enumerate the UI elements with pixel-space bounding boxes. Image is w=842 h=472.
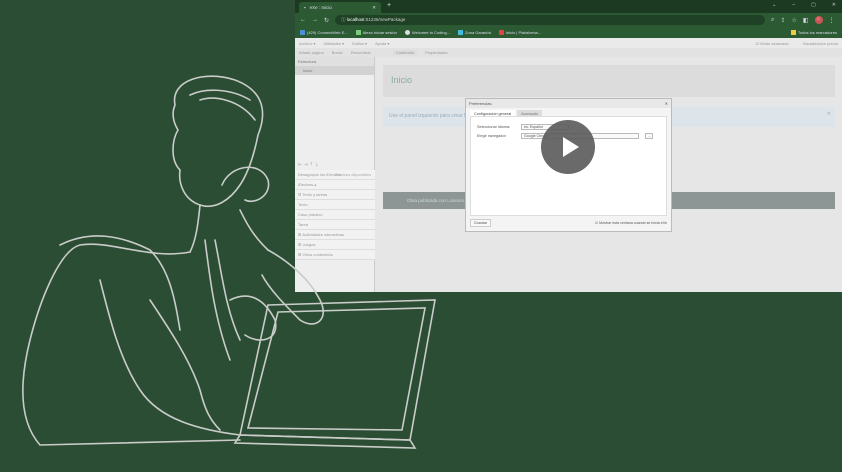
close-tab-icon[interactable]: ✕	[372, 5, 376, 10]
share-icon[interactable]: ⇪	[780, 17, 785, 24]
close-dialog-icon[interactable]: ✕	[665, 101, 668, 106]
bookmark[interactable]: Welcome to Coding...	[404, 30, 450, 36]
structure-panel: Estructura Inicio ⇤ ⇥ ⇡ ⇣ Desagrupar los…	[295, 57, 375, 292]
tab-title: eXe : Inicio	[309, 5, 332, 10]
dialog-title: Preferencias	[469, 101, 492, 106]
idevice-item[interactable]: ⊞ Juegos	[295, 240, 375, 250]
back-icon[interactable]: ←	[300, 17, 306, 23]
structure-heading: Estructura	[295, 57, 374, 66]
language-label: Seleccionar idioma:	[477, 125, 511, 129]
tab-propiedades[interactable]: Propiedades	[425, 50, 447, 55]
tab-contenido[interactable]: Contenido	[392, 50, 418, 55]
url-input[interactable]: ⓘ localhost:51235/newPackage	[335, 15, 766, 25]
menu-archivo[interactable]: Archivo ▾	[299, 41, 315, 46]
idevice-item[interactable]: Tarea	[295, 220, 375, 230]
window-controls: ⌄ – ▢ ✕	[772, 2, 836, 8]
page-header: Inicio	[383, 65, 835, 97]
app-toolbar: Añadir página Borrar Renombrar Contenido Pr…	[295, 48, 842, 57]
bookmark[interactable]: (429) ConnectWeb E...	[300, 30, 348, 36]
all-bookmarks[interactable]: Todos los marcadores	[790, 30, 837, 36]
move-arrows[interactable]: ⇤ ⇥ ⇡ ⇣	[298, 162, 319, 168]
menu-ayuda[interactable]: Ayuda ▾	[375, 41, 389, 46]
delete-button[interactable]: Borrar	[332, 50, 343, 55]
idevices-heading[interactable]: iDevices ▴	[295, 180, 375, 190]
menu-utilidades[interactable]: Utilidades ▾	[323, 41, 344, 46]
add-page-button[interactable]: Añadir página	[299, 50, 324, 55]
bookmark[interactable]: Zona Garantía	[458, 30, 491, 36]
bookmarks-bar: (429) ConnectWeb E... Alexa iniciar sesi…	[295, 27, 842, 38]
bookmark[interactable]: Alexa iniciar sesión	[355, 30, 397, 36]
idevice-item[interactable]: ⊟ Texto y tareas	[295, 190, 375, 200]
rename-button[interactable]: Renombrar	[351, 50, 371, 55]
show-on-start-checkbox[interactable]: ☑ Mostrar esta ventana cuando se inicia …	[595, 221, 667, 225]
close-hint-icon[interactable]: ✕	[827, 111, 831, 117]
menu-icon[interactable]: ⋮	[829, 17, 835, 24]
save-button[interactable]: Guardar	[470, 219, 492, 227]
url-path: :51235/newPackage	[364, 17, 406, 22]
minimize-icon[interactable]: –	[792, 2, 795, 8]
available-idevices[interactable]: iDevices disponibles	[335, 172, 371, 177]
app-menu-bar: Archivo ▾ Utilidades ▾ Estilos ▾ Ayuda ▾ ☑ …	[295, 38, 842, 48]
play-button[interactable]	[541, 120, 595, 174]
address-bar-row: ← → ↻ ⓘ localhost:51235/newPackage ⌕ ⇪ ☆ ◧ C …	[295, 13, 842, 27]
url-host: localhost	[346, 17, 365, 22]
bookmark[interactable]: Inicio | Plataforma...	[498, 30, 541, 36]
sidepanel-icon[interactable]: ◧	[803, 17, 809, 24]
idevice-item[interactable]: Texto	[295, 200, 375, 210]
forward-icon[interactable]: →	[312, 17, 318, 23]
tab-favicon-icon: ▪	[304, 5, 306, 10]
page-title: Inicio	[391, 75, 413, 85]
star-icon[interactable]: ☆	[791, 17, 796, 24]
idevice-item[interactable]: ⊞ Actividades interactivas	[295, 230, 375, 240]
maximize-icon[interactable]: ▢	[811, 2, 816, 8]
browser-label: Elegir navegador:	[477, 134, 507, 138]
tab-search-icon[interactable]: ⌄	[772, 2, 776, 8]
close-window-icon[interactable]: ✕	[832, 2, 836, 8]
preview-button[interactable]: Visualización previa	[803, 41, 838, 46]
avatar[interactable]: C	[814, 16, 823, 24]
zoom-icon[interactable]: ⌕	[771, 17, 774, 24]
browse-button[interactable]: ...	[645, 133, 653, 139]
reload-icon[interactable]: ↻	[324, 17, 329, 24]
idevice-item[interactable]: ⊞ Otros contenidos	[295, 250, 375, 260]
browser-tab[interactable]: ▪ eXe : Inicio ✕	[299, 2, 381, 13]
menu-estilos[interactable]: Estilos ▾	[352, 41, 367, 46]
tab-bar: ▪ eXe : Inicio ✕ + ⌄ – ▢ ✕	[295, 0, 842, 13]
structure-node[interactable]: Inicio	[295, 66, 374, 75]
advanced-mode-checkbox[interactable]: ☑ Modo avanzado	[756, 41, 789, 46]
new-tab-button[interactable]: +	[387, 2, 391, 9]
idevice-item[interactable]: Caso práctico	[295, 210, 375, 220]
